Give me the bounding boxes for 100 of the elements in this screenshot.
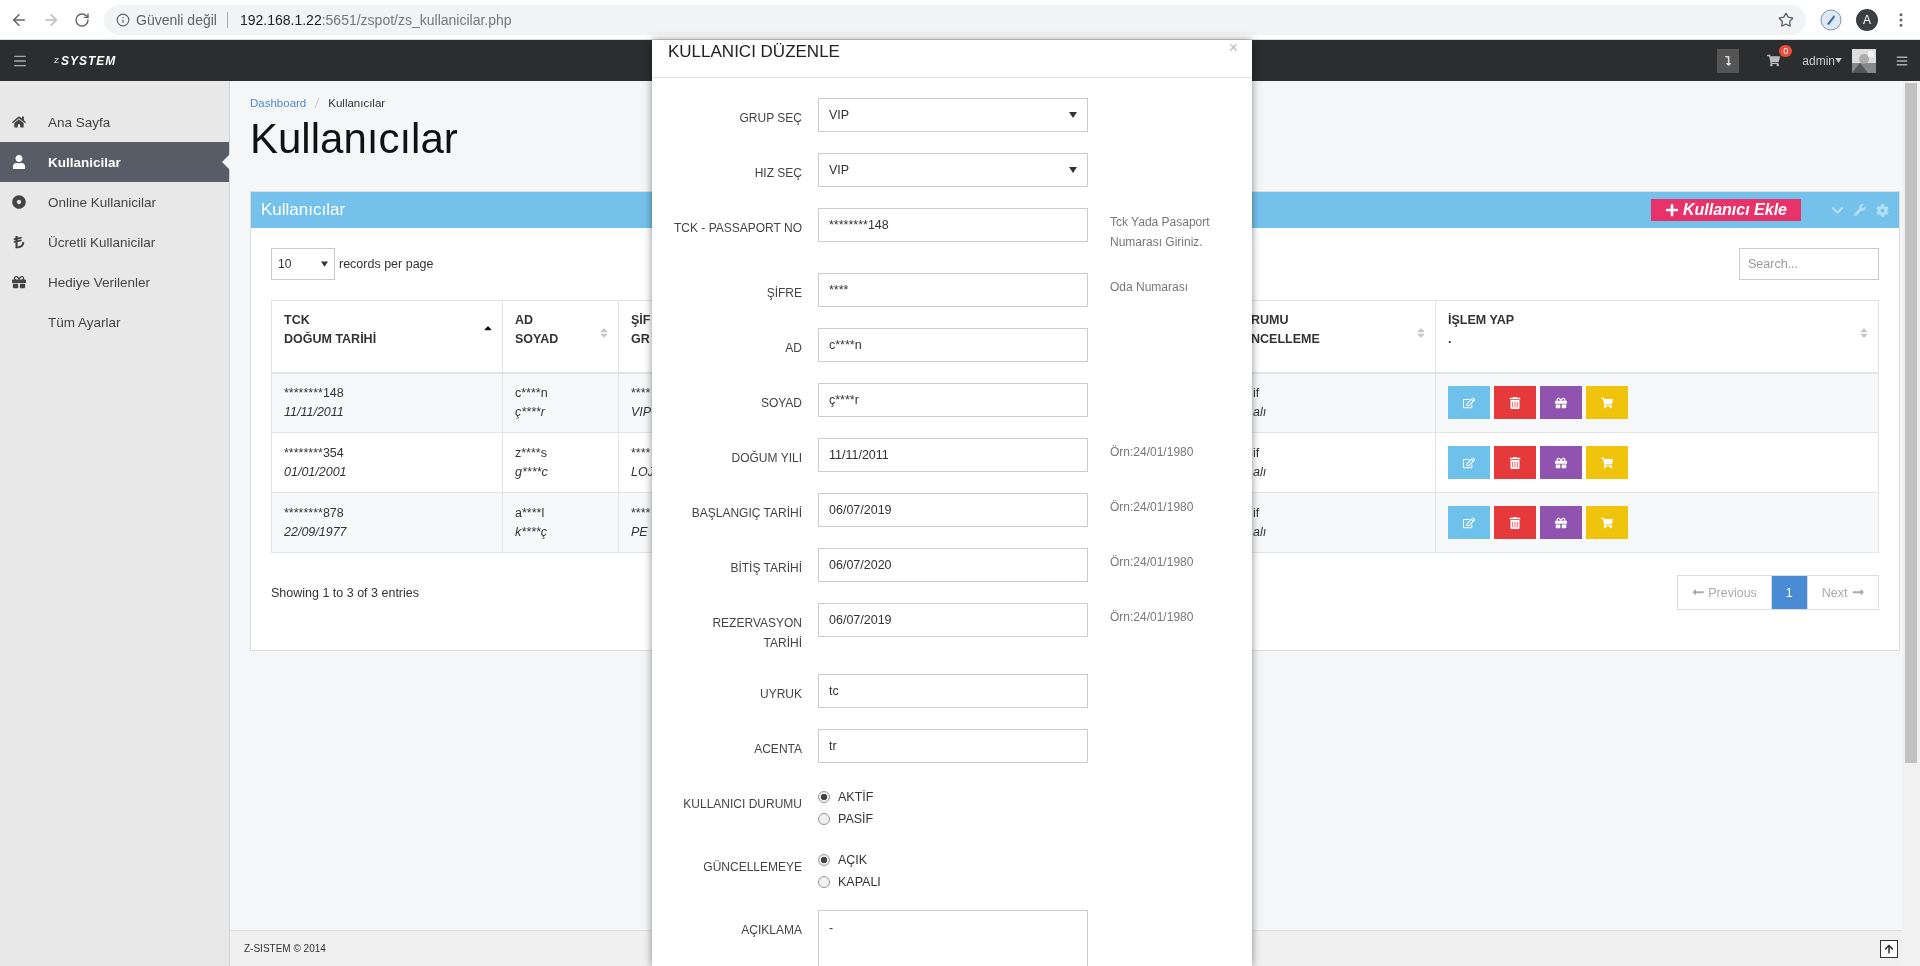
sidebar-item[interactable]: Tüm Ayarlar: [0, 302, 229, 342]
gift-button[interactable]: [1540, 446, 1582, 479]
field-label: BAŞLANGIÇ TARİHİ: [690, 505, 802, 522]
edit-icon: [1463, 456, 1475, 469]
lira-icon: [12, 235, 26, 249]
delete-icon: [1509, 516, 1521, 529]
radio-button[interactable]: [818, 876, 830, 888]
logo-mark: Z: [54, 56, 59, 65]
input-field[interactable]: 06/07/2019: [818, 603, 1088, 637]
column-header[interactable]: AD SOYAD: [502, 300, 619, 373]
select-field[interactable]: VIP: [818, 153, 1088, 187]
plus-icon: [1664, 203, 1679, 217]
field-label: ŞİFRE: [765, 285, 802, 302]
input-field[interactable]: ****: [818, 273, 1088, 307]
delete-button[interactable]: [1494, 386, 1536, 420]
input-field[interactable]: tr: [818, 729, 1088, 763]
download-button[interactable]: [1717, 48, 1740, 73]
sidebar-item[interactable]: Ana Sayfa: [0, 102, 229, 142]
sidebar-item[interactable]: Online Kullanicilar: [0, 182, 229, 222]
field-label: GRUP SEÇ: [738, 110, 802, 127]
url-text: 192.168.1.22:5651/zspot/zs_kullanicilar.php: [239, 11, 512, 28]
gift-button[interactable]: [1540, 506, 1582, 539]
field-label: HIZ SEÇ: [753, 165, 802, 182]
radio-button[interactable]: [818, 854, 830, 866]
logo: SYSTEM: [60, 53, 117, 68]
delete-button[interactable]: [1494, 446, 1536, 479]
panel-title: Kullanıcılar: [261, 200, 346, 220]
star-icon[interactable]: [1778, 11, 1794, 28]
cart-icon: [1601, 396, 1613, 409]
count-badge: 0: [1779, 45, 1793, 57]
caret-icon: [1069, 112, 1077, 118]
search-field[interactable]: Search...: [1739, 248, 1879, 280]
input-field[interactable]: 11/11/2011: [818, 438, 1088, 472]
reload-icon[interactable]: [74, 11, 90, 28]
sidebar-item[interactable]: Hediye Verilenler: [0, 262, 229, 302]
selection-notch: [222, 154, 230, 170]
field-hint: Örn:24/01/1980: [1110, 554, 1195, 571]
radio-option[interactable]: KAPALI: [818, 875, 881, 889]
radio-option[interactable]: AKTİF: [818, 790, 874, 804]
add-user-button[interactable]: Kullanıcı Ekle: [1650, 199, 1801, 221]
caret-icon[interactable]: [1835, 58, 1842, 63]
select-field[interactable]: VIP: [818, 98, 1088, 132]
gift-icon: [1555, 516, 1567, 529]
sidebar-item[interactable]: Kullanicilar: [0, 142, 229, 182]
column-header[interactable]: TCK DOĞUM TARİHİ: [271, 300, 503, 373]
sidebar-item[interactable]: Ücretli Kullanicilar: [0, 222, 229, 262]
edit-icon: [1463, 396, 1475, 409]
cart-icon: [1601, 516, 1613, 529]
extension-icon[interactable]: [1820, 8, 1842, 31]
input-field[interactable]: -: [818, 910, 1088, 966]
breadcrumb-current: Kullanıcılar: [328, 97, 386, 109]
arrow-up-icon: [1884, 943, 1894, 954]
sort-icon: [598, 327, 610, 339]
info-icon: [116, 12, 130, 27]
address-bar[interactable]: Güvenli değil 192.168.1.22:5651/zspot/zs_kullanicilar.php: [104, 4, 1806, 35]
input-field[interactable]: c****n: [818, 328, 1088, 362]
edit-icon: [1463, 516, 1475, 529]
table-cell: a****l k****ç: [502, 492, 619, 553]
dialog-title: KULLANICI DÜZENLE: [668, 42, 840, 62]
delete-button[interactable]: [1494, 506, 1536, 539]
profile-avatar[interactable]: A: [1856, 8, 1878, 31]
input-field[interactable]: 06/07/2019: [818, 493, 1088, 527]
field-hint: Örn:24/01/1980: [1110, 609, 1195, 626]
input-field[interactable]: tc: [818, 674, 1088, 708]
scrollbar[interactable]: [1902, 81, 1920, 966]
gift-button[interactable]: [1540, 386, 1582, 420]
page-size-label: records per page: [339, 257, 434, 271]
radio-button[interactable]: [818, 813, 830, 825]
input-field[interactable]: ********148: [818, 208, 1088, 242]
field-label: GÜNCELLEMEYE: [702, 859, 802, 876]
caret-icon: [321, 261, 328, 267]
field-label: ACENTA: [753, 741, 802, 758]
field-label: UYRUK: [759, 686, 802, 703]
scroll-top-button[interactable]: [1880, 939, 1898, 958]
page-size-select[interactable]: 10: [271, 248, 335, 280]
field-hint: Oda Numarası: [1110, 279, 1190, 296]
field-hint: Tck Yada Pasaport Numarası Giriniz.: [1110, 214, 1211, 251]
table-cell: ********148 11/11/2011: [271, 372, 503, 433]
radio-option[interactable]: PASİF: [818, 812, 874, 826]
menu-icon[interactable]: [1896, 54, 1908, 67]
input-field[interactable]: 06/07/2020: [818, 548, 1088, 582]
field-hint: Örn:24/01/1980: [1110, 499, 1195, 516]
radio-button[interactable]: [818, 791, 830, 803]
gift-icon: [12, 275, 26, 289]
user-icon: [12, 155, 26, 169]
input-field[interactable]: ç****r: [818, 383, 1088, 417]
user-menu[interactable]: admin: [1802, 53, 1835, 68]
arrow-icon: [1723, 55, 1734, 66]
field-label: AÇIKLAMA: [740, 922, 802, 939]
page-button[interactable]: 1: [1770, 576, 1807, 609]
field-label: DOĞUM YILI: [730, 449, 802, 467]
field-hint: Örn:24/01/1980: [1110, 444, 1195, 461]
field-label: SOYAD: [759, 395, 802, 412]
field-label: BİTİŞ TARİHİ: [729, 560, 802, 577]
field-label: REZERVASYON TARİHİ: [711, 615, 802, 652]
gift-icon: [1555, 456, 1567, 469]
cart-icon[interactable]: [1767, 54, 1781, 67]
column-header[interactable]: İŞLEM YAP .: [1435, 300, 1879, 373]
radio-option[interactable]: AÇIK: [818, 853, 881, 867]
breadcrumb-separator: [314, 97, 321, 109]
